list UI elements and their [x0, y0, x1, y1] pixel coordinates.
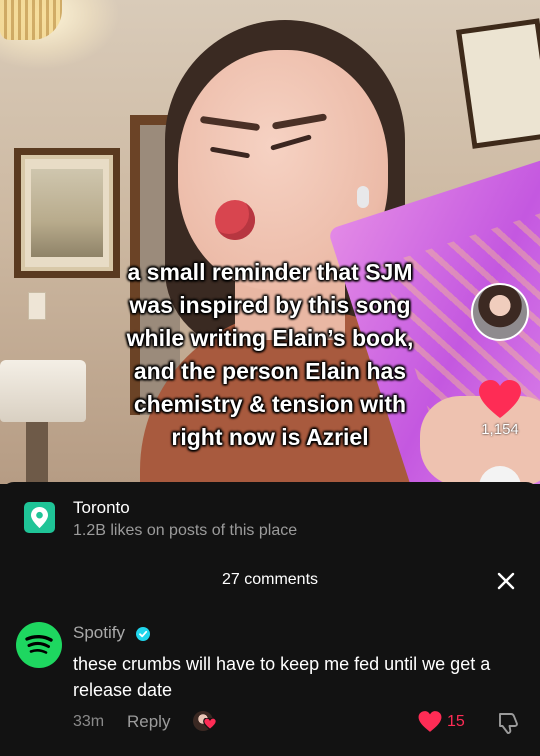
- lamp-base: [26, 422, 48, 484]
- creator-avatar[interactable]: [471, 283, 529, 341]
- location-name[interactable]: Toronto: [73, 498, 130, 518]
- comment-username[interactable]: Spotify: [73, 623, 125, 643]
- comment-like-count: 15: [447, 713, 465, 730]
- caption-line: and the person Elain has: [133, 358, 407, 384]
- like-count: 1,154: [481, 421, 519, 438]
- caption-line: while writing Elain’s book,: [126, 325, 414, 351]
- heart-icon[interactable]: [478, 380, 522, 420]
- dislike-icon[interactable]: [497, 711, 519, 735]
- wall-certificate-frame: [456, 18, 540, 149]
- wall-switch: [28, 292, 46, 320]
- caption-line: a small reminder that SJM: [127, 259, 413, 285]
- location-pin-icon[interactable]: [24, 502, 55, 533]
- lamp-shade: [0, 360, 86, 422]
- video-player[interactable]: a small reminder that SJM was inspired b…: [0, 0, 540, 484]
- comment-timestamp: 33m: [73, 713, 105, 730]
- reply-button[interactable]: Reply: [127, 712, 170, 732]
- location-subtitle: 1.2B likes on posts of this place: [73, 522, 298, 539]
- video-caption: a small reminder that SJM was inspired b…: [90, 256, 450, 454]
- caption-line: right now is Azriel: [171, 424, 369, 450]
- comments-count: 27 comments: [221, 571, 319, 588]
- liked-by-creator-icon: [193, 711, 219, 735]
- spotify-avatar[interactable]: [16, 622, 62, 668]
- earring: [357, 186, 369, 208]
- lips: [215, 200, 255, 240]
- comment-text: these crumbs will have to keep me fed un…: [73, 654, 491, 700]
- close-icon[interactable]: [493, 568, 519, 594]
- caption-line: chemistry & tension with: [133, 391, 407, 417]
- verified-badge-icon: [136, 627, 150, 641]
- caption-line: was inspired by this song: [129, 292, 411, 318]
- comment-like-heart-icon[interactable]: [418, 711, 442, 733]
